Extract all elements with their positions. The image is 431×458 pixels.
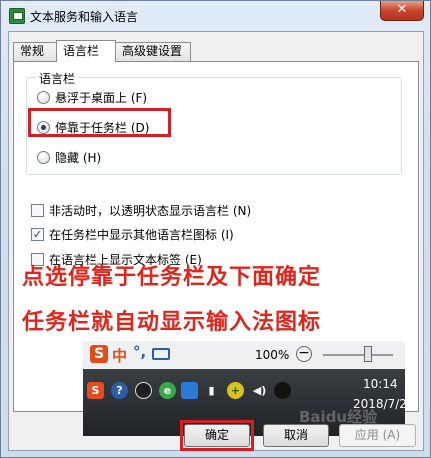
radio-button[interactable] — [37, 150, 50, 164]
taskbar-clock[interactable]: 10:14 — [363, 377, 398, 391]
sync-icon[interactable]: e — [159, 382, 176, 399]
checkbox-checked[interactable]: ✓ — [31, 227, 44, 241]
keyboard-icon[interactable] — [152, 348, 170, 360]
volume-icon[interactable]: ◀) — [251, 382, 268, 399]
tab-general[interactable]: 常规 — [13, 42, 57, 61]
radio-label: 悬浮于桌面上 (F) — [55, 90, 148, 105]
checkbox[interactable] — [31, 203, 44, 217]
highlight-box-dock — [28, 108, 171, 137]
checkbox-transparent-inactive[interactable]: 非活动时，以透明状态显示语言栏 (N) — [31, 201, 251, 219]
language-bar-strip: S 中 °, 100% − — [83, 341, 405, 369]
zoom-level: 100% — [255, 348, 290, 362]
checkbox-show-extra-icons[interactable]: ✓ 在任务栏中显示其他语言栏图标 (I) — [31, 225, 234, 243]
help-icon[interactable]: ? — [111, 382, 128, 399]
title-bar[interactable]: 文本服务和输入语言 ✕ — [1, 1, 430, 31]
keyboard-app-icon — [9, 8, 25, 24]
close-button[interactable]: ✕ — [380, 1, 424, 21]
annotation-line-2: 任务栏就自动显示输入法图标 — [22, 310, 322, 335]
zoom-out-icon[interactable]: − — [296, 346, 312, 362]
cancel-button[interactable]: 取消 — [263, 424, 329, 447]
watermark: Baidu经验 — [299, 408, 378, 426]
penguin-icon[interactable] — [274, 382, 291, 399]
highlight-box-ok — [180, 420, 254, 451]
sogou-ime-icon[interactable]: S — [90, 345, 108, 363]
window-title: 文本服务和输入语言 — [30, 10, 139, 24]
shield-icon[interactable] — [181, 382, 198, 399]
zoom-slider-track[interactable] — [323, 354, 393, 356]
ime-punctuation-icon[interactable]: °, — [133, 343, 146, 361]
signal-icon[interactable]: ▮ — [203, 382, 220, 399]
radio-hidden[interactable]: 隐藏 (H) — [37, 148, 101, 166]
apply-button[interactable]: 应用 (A) — [339, 424, 416, 447]
ime-chinese-mode[interactable]: 中 — [112, 345, 127, 366]
radio-label: 隐藏 (H) — [55, 150, 102, 165]
group-title: 语言栏 — [37, 70, 78, 87]
checkbox-label: 在任务栏中显示其他语言栏图标 (I) — [49, 227, 234, 242]
annotation-line-1: 点选停靠于任务栏及下面确定 — [22, 265, 322, 290]
dialog-window: 文本服务和输入语言 ✕ 常规 语言栏 高级键设置 语言栏 悬浮于桌面上 (F) … — [0, 0, 431, 458]
sogou-icon[interactable]: S — [87, 382, 104, 399]
radio-float-desktop[interactable]: 悬浮于桌面上 (F) — [37, 88, 147, 106]
zoom-slider-thumb[interactable] — [364, 346, 372, 362]
tab-advanced-keys[interactable]: 高级键设置 — [115, 42, 191, 61]
plus-icon[interactable]: + — [227, 382, 244, 399]
radio-button[interactable] — [37, 90, 50, 104]
checkbox-label: 非活动时，以透明状态显示语言栏 (N) — [49, 203, 252, 218]
qq-icon[interactable] — [135, 382, 152, 399]
tab-language-bar[interactable]: 语言栏 — [56, 40, 116, 62]
